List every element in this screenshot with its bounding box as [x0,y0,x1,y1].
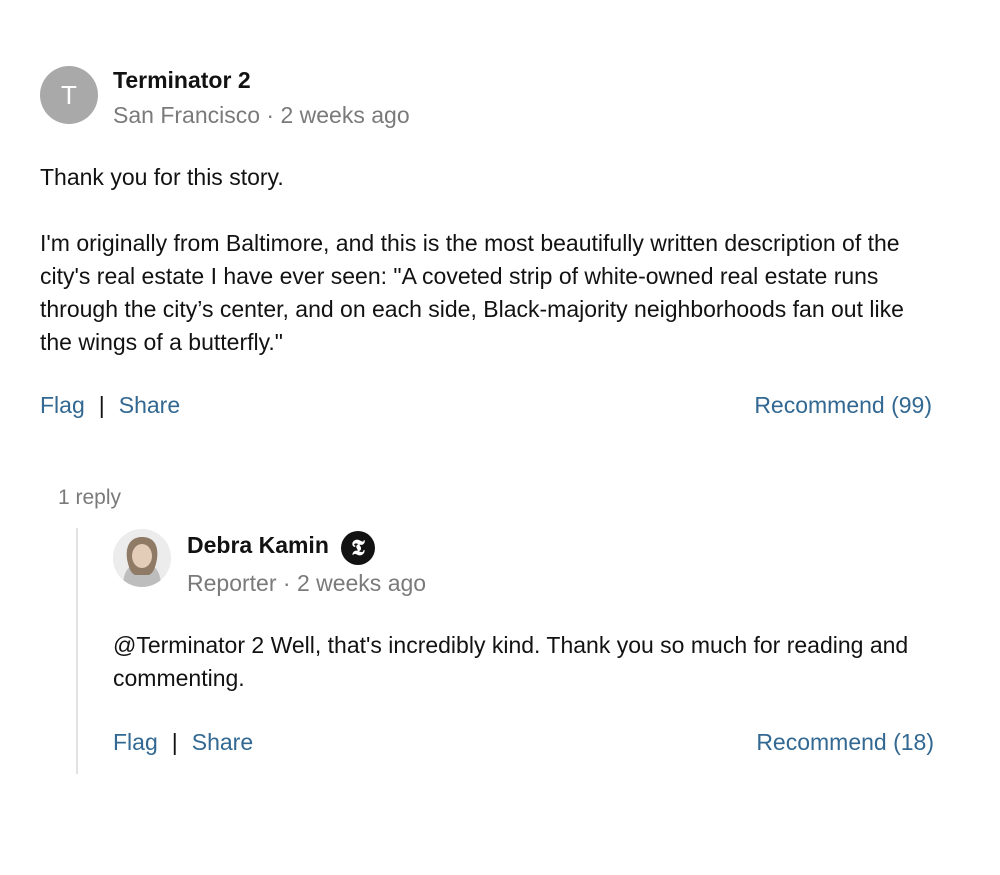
reply-thread: Debra Kamin 𝕿 Reporter · 2 weeks ago @Te… [76,528,934,774]
reply-actions: Flag | Share [113,728,253,756]
comment-author[interactable]: Terminator 2 [113,66,251,94]
flag-link[interactable]: Flag [113,729,158,755]
reply-author[interactable]: Debra Kamin [187,531,329,559]
avatar: T [40,66,98,124]
nyt-logo-icon: 𝕿 [341,531,375,565]
reply-meta: Reporter · 2 weeks ago [187,569,426,597]
recommend-button[interactable]: Recommend (18) [756,728,934,756]
comment-paragraph: Thank you for this story. [40,164,284,190]
comment-actions: Flag | Share [40,391,180,419]
comment-paragraph: I'm originally from Baltimore, and this … [40,230,904,355]
comment-body: Thank you for this story. I'm originally… [40,161,932,359]
meta-separator: · [260,102,281,128]
share-link[interactable]: Share [119,392,180,418]
reply-time: 2 weeks ago [296,570,427,596]
share-link[interactable]: Share [192,729,253,755]
meta-separator: · [276,570,297,596]
comment-location: San Francisco [113,102,261,128]
reply-role: Reporter [187,570,277,596]
recommend-button[interactable]: Recommend (99) [754,391,932,419]
comment-time: 2 weeks ago [280,102,410,128]
reply-count[interactable]: 1 reply [58,484,121,512]
action-divider: | [171,729,178,755]
reply-body: @Terminator 2 Well, that's incredibly ki… [113,632,909,691]
reporter-photo-icon [113,529,171,587]
avatar [113,529,171,587]
comment-meta: San Francisco · 2 weeks ago [113,101,410,129]
action-divider: | [98,392,105,418]
flag-link[interactable]: Flag [40,392,85,418]
